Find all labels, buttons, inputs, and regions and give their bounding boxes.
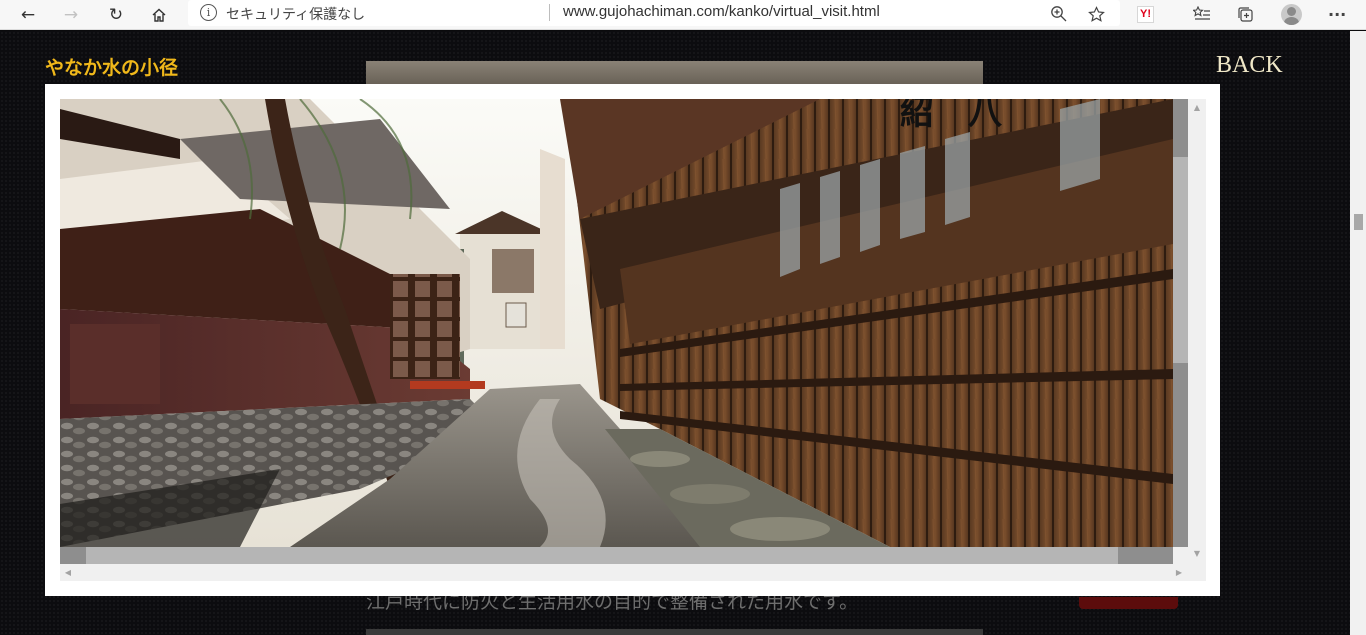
page-scrollbar[interactable] [1350,31,1366,635]
inner-vertical-scroll-top-segment [1173,99,1188,157]
more-menu-icon[interactable]: ··· [1328,0,1346,28]
zoom-icon[interactable] [1050,0,1068,28]
viewer-horizontal-scrollbar[interactable]: ◀ ▶ [60,564,1188,581]
inner-vertical-scroll-bottom-segment [1173,363,1188,547]
inner-horizontal-scroll-right-segment [1118,547,1173,564]
profile-avatar-icon[interactable] [1281,0,1302,28]
security-label: セキュリティ保護なし [226,7,366,23]
scroll-left-arrow-icon[interactable]: ◀ [63,568,73,578]
refresh-icon[interactable]: ↻ [100,0,132,30]
panorama-viewer[interactable]: 紹 八 ▲ ▼ ◀ ▶ [60,99,1206,581]
home-icon[interactable] [143,0,175,30]
inner-vertical-scrollbar[interactable] [1173,99,1188,547]
address-bar[interactable]: i セキュリティ保護なし www.gujohachiman.com/kanko/… [188,0,1120,26]
inner-horizontal-scroll-left-segment [60,547,86,564]
inner-horizontal-scrollbar[interactable] [60,547,1173,564]
panorama-image[interactable]: 紹 八 [60,99,1173,547]
scroll-right-arrow-icon[interactable]: ▶ [1174,568,1184,578]
collections-icon[interactable] [1237,0,1254,28]
address-divider [549,4,550,21]
forward-arrow-icon[interactable]: → [55,0,87,30]
svg-text:紹 八: 紹 八 [900,99,1003,133]
page-scrollbar-thumb[interactable] [1354,214,1363,230]
browser-toolbar: ← → ↻ i セキュリティ保護なし www.gujohachiman.com/… [0,0,1366,30]
favorites-list-icon[interactable] [1193,0,1211,28]
virtual-visit-modal: 紹 八 ▲ ▼ ◀ ▶ [45,84,1220,596]
background-button[interactable] [1079,597,1178,609]
yahoo-extension-icon[interactable]: Y! [1137,0,1154,28]
favorite-star-icon[interactable] [1088,0,1105,28]
page-title: やなか水の小径 [45,57,179,79]
scroll-down-arrow-icon[interactable]: ▼ [1192,549,1202,559]
info-icon[interactable]: i [200,4,217,21]
viewer-vertical-scrollbar[interactable]: ▲ ▼ [1188,99,1206,564]
scroll-up-arrow-icon[interactable]: ▲ [1192,103,1202,113]
url-text[interactable]: www.gujohachiman.com/kanko/virtual_visit… [563,3,880,20]
background-photo-bottom [366,629,983,635]
back-link[interactable]: BACK [1216,52,1283,79]
back-arrow-icon[interactable]: ← [12,0,44,30]
